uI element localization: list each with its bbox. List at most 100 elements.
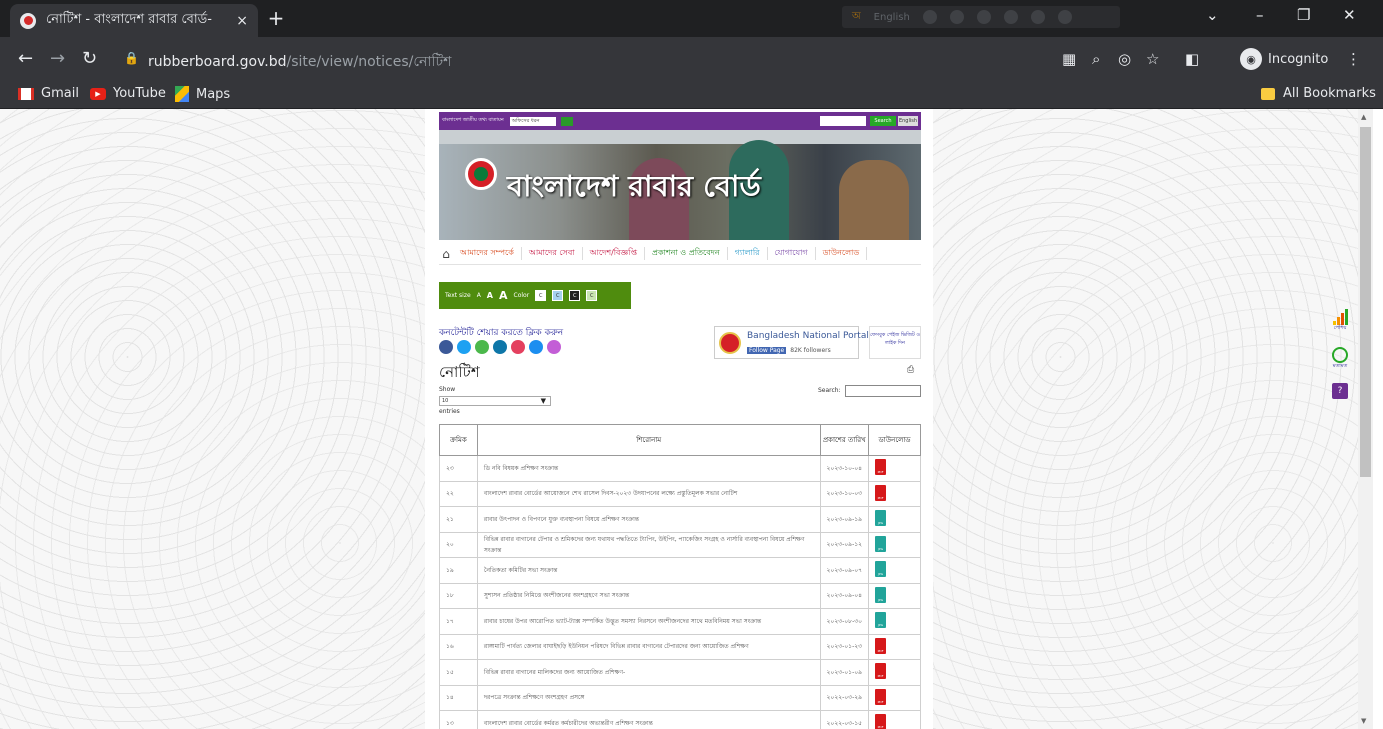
restore-icon[interactable]: ❐ bbox=[1297, 6, 1310, 24]
entries-select[interactable]: 10 bbox=[439, 396, 551, 406]
menu-item-publications[interactable]: প্রকাশনা ও প্রতিবেদন bbox=[645, 247, 728, 260]
text-size-large[interactable]: A bbox=[499, 289, 508, 302]
color-swatch-green[interactable]: C bbox=[586, 290, 598, 301]
row-title: বিভিন্ন রাবার বাগানের টেপার ও শ্রমিকদের … bbox=[476, 531, 821, 558]
share-more-icon[interactable] bbox=[547, 340, 561, 354]
jpg-file-icon[interactable] bbox=[875, 535, 887, 552]
scroll-down-icon[interactable]: ▼ bbox=[1361, 717, 1366, 725]
menu-kebab-icon[interactable]: ⋮ bbox=[1346, 50, 1361, 68]
back-icon[interactable]: ← bbox=[18, 48, 33, 69]
whatsapp-icon[interactable] bbox=[475, 340, 489, 354]
scroll-thumb[interactable] bbox=[1360, 127, 1371, 477]
facebook-icon[interactable] bbox=[439, 340, 453, 354]
government-logo-icon[interactable] bbox=[465, 158, 497, 190]
row-serial: ১৩ bbox=[439, 710, 478, 729]
jpg-file-icon[interactable] bbox=[875, 510, 887, 527]
help-icon[interactable] bbox=[1030, 10, 1045, 24]
facebook-page-widget[interactable]: Bangladesh National Portal Follow Page 82… bbox=[714, 326, 869, 359]
info-icon[interactable] bbox=[1057, 10, 1072, 24]
settings-icon[interactable] bbox=[976, 10, 991, 24]
home-icon[interactable]: ⌂ bbox=[439, 247, 453, 261]
office-type-select[interactable]: অফিসের ধরন bbox=[509, 116, 556, 126]
table-row: ২০ বিভিন্ন রাবার বাগানের টেপার ও শ্রমিকদে… bbox=[439, 531, 921, 558]
address-bar[interactable]: rubberboard.gov.bd/site/view/notices/নোট… bbox=[148, 50, 451, 74]
qr-icon[interactable]: ▦ bbox=[1062, 50, 1076, 68]
text-size-small[interactable]: A bbox=[477, 292, 481, 299]
extension-icon[interactable] bbox=[949, 10, 964, 24]
go-button[interactable] bbox=[560, 116, 573, 126]
site-name[interactable]: বাংলাদেশ রাবার বোর্ড bbox=[507, 164, 761, 213]
menu-item-notices[interactable]: আদেশ/বিজ্ঞপ্তি bbox=[583, 247, 646, 260]
color-swatch-white[interactable]: C bbox=[535, 290, 547, 301]
header-download[interactable]: ডাউনলোড bbox=[868, 424, 921, 456]
reload-icon[interactable]: ↻ bbox=[82, 48, 97, 69]
site-search-button[interactable]: Search bbox=[870, 116, 896, 126]
tab-search-chevron-icon[interactable]: ⌄ bbox=[1206, 6, 1219, 24]
color-swatch-blue[interactable]: C bbox=[552, 290, 564, 301]
pdf-file-icon[interactable] bbox=[875, 637, 887, 654]
bookmark-maps[interactable]: Maps bbox=[175, 86, 230, 102]
new-tab-button[interactable]: + bbox=[264, 6, 288, 30]
feedback-label[interactable]: মতামত bbox=[1325, 363, 1355, 371]
menu-item-contact[interactable]: যোগাযোগ bbox=[768, 247, 816, 260]
edge-icon[interactable] bbox=[1003, 10, 1018, 24]
table-row: ১৯ নৈতিকতা কমিটির সভা সংক্রান্ত ২০২৩-০৯-০৭ bbox=[439, 557, 921, 584]
menu-item-download[interactable]: ডাউনলোড bbox=[816, 247, 868, 260]
tracking-off-icon[interactable]: ◎ bbox=[1118, 50, 1131, 68]
extension-icon[interactable] bbox=[922, 10, 937, 24]
print-icon[interactable]: ⎙ bbox=[907, 365, 914, 375]
help-icon[interactable]: ? bbox=[1332, 383, 1348, 399]
page-scrollbar[interactable]: ▲ ▼ bbox=[1358, 109, 1373, 729]
tab-close-icon[interactable]: × bbox=[236, 13, 248, 29]
jpg-file-icon[interactable] bbox=[875, 612, 887, 629]
twitter-icon[interactable] bbox=[457, 340, 471, 354]
pdf-file-icon[interactable] bbox=[875, 663, 887, 680]
scroll-up-icon[interactable]: ▲ bbox=[1361, 113, 1366, 121]
incognito-indicator[interactable]: ◉ Incognito bbox=[1240, 45, 1328, 73]
site-search-input[interactable] bbox=[820, 116, 866, 126]
menu-item-about[interactable]: আমাদের সম্পর্কে bbox=[453, 247, 522, 260]
national-portal-link[interactable]: বাংলাদেশ জাতীয় তথ্য বাতায়ন bbox=[442, 117, 504, 125]
stats-label[interactable]: পেশিয় bbox=[1325, 325, 1355, 333]
text-size-medium[interactable]: A bbox=[487, 291, 493, 300]
incognito-icon: ◉ bbox=[1240, 48, 1262, 70]
translate-language[interactable]: English bbox=[874, 12, 910, 23]
jpg-file-icon[interactable] bbox=[875, 586, 887, 603]
copy-link-icon[interactable] bbox=[529, 340, 543, 354]
bookmark-gmail[interactable]: Gmail bbox=[18, 86, 79, 101]
pdf-file-icon[interactable] bbox=[875, 459, 887, 476]
minimize-icon[interactable]: – bbox=[1256, 6, 1264, 24]
facebook-visit-box[interactable]: ফেসবুক পেইজ ভিজিট ও লাইক দিন bbox=[869, 326, 921, 359]
color-swatch-black[interactable]: C bbox=[569, 290, 581, 301]
zoom-icon[interactable]: ⌕ bbox=[1092, 50, 1100, 68]
messenger-icon[interactable] bbox=[511, 340, 525, 354]
header-title[interactable]: শিরোনাম bbox=[476, 424, 821, 456]
stats-icon[interactable] bbox=[1325, 309, 1355, 325]
feedback-icon[interactable] bbox=[1332, 347, 1348, 363]
pdf-file-icon[interactable] bbox=[875, 484, 887, 501]
all-bookmarks[interactable]: All Bookmarks bbox=[1261, 86, 1376, 101]
translate-icon[interactable]: অ bbox=[852, 9, 861, 26]
header-serial[interactable]: ক্রমিক bbox=[439, 424, 478, 456]
table-row: ১৭ রাবার চাষের উপর আরোপিত ভ্যাট-ট্যাক্স স… bbox=[439, 608, 921, 635]
menu-item-services[interactable]: আমাদের সেবা bbox=[522, 247, 583, 260]
bookmark-youtube[interactable]: ▶ YouTube bbox=[90, 86, 166, 101]
menu-item-gallery[interactable]: গ্যালারি bbox=[728, 247, 768, 260]
portal-name[interactable]: Bangladesh National Portal bbox=[747, 331, 869, 341]
forward-icon[interactable]: → bbox=[50, 48, 65, 69]
table-search-input[interactable] bbox=[845, 385, 921, 397]
follow-page-button[interactable]: Follow Page bbox=[747, 347, 787, 354]
side-panel-icon[interactable]: ◧ bbox=[1185, 50, 1199, 68]
linkedin-icon[interactable] bbox=[493, 340, 507, 354]
close-window-icon[interactable]: ✕ bbox=[1343, 6, 1356, 24]
pdf-file-icon[interactable] bbox=[875, 688, 887, 705]
lock-icon[interactable]: 🔒 bbox=[124, 51, 139, 65]
header-date[interactable]: প্রকাশের তারিখ bbox=[819, 424, 870, 456]
social-share-buttons bbox=[439, 340, 561, 354]
english-button[interactable]: English bbox=[898, 116, 918, 126]
bookmark-star-icon[interactable]: ☆ bbox=[1146, 50, 1159, 68]
side-widgets: পেশিয় মতামত ? bbox=[1325, 309, 1355, 399]
jpg-file-icon[interactable] bbox=[875, 561, 887, 578]
pdf-file-icon[interactable] bbox=[875, 714, 887, 729]
active-tab[interactable]: নোটিশ - বাংলাদেশ রাবার বোর্ড- × bbox=[10, 4, 258, 37]
